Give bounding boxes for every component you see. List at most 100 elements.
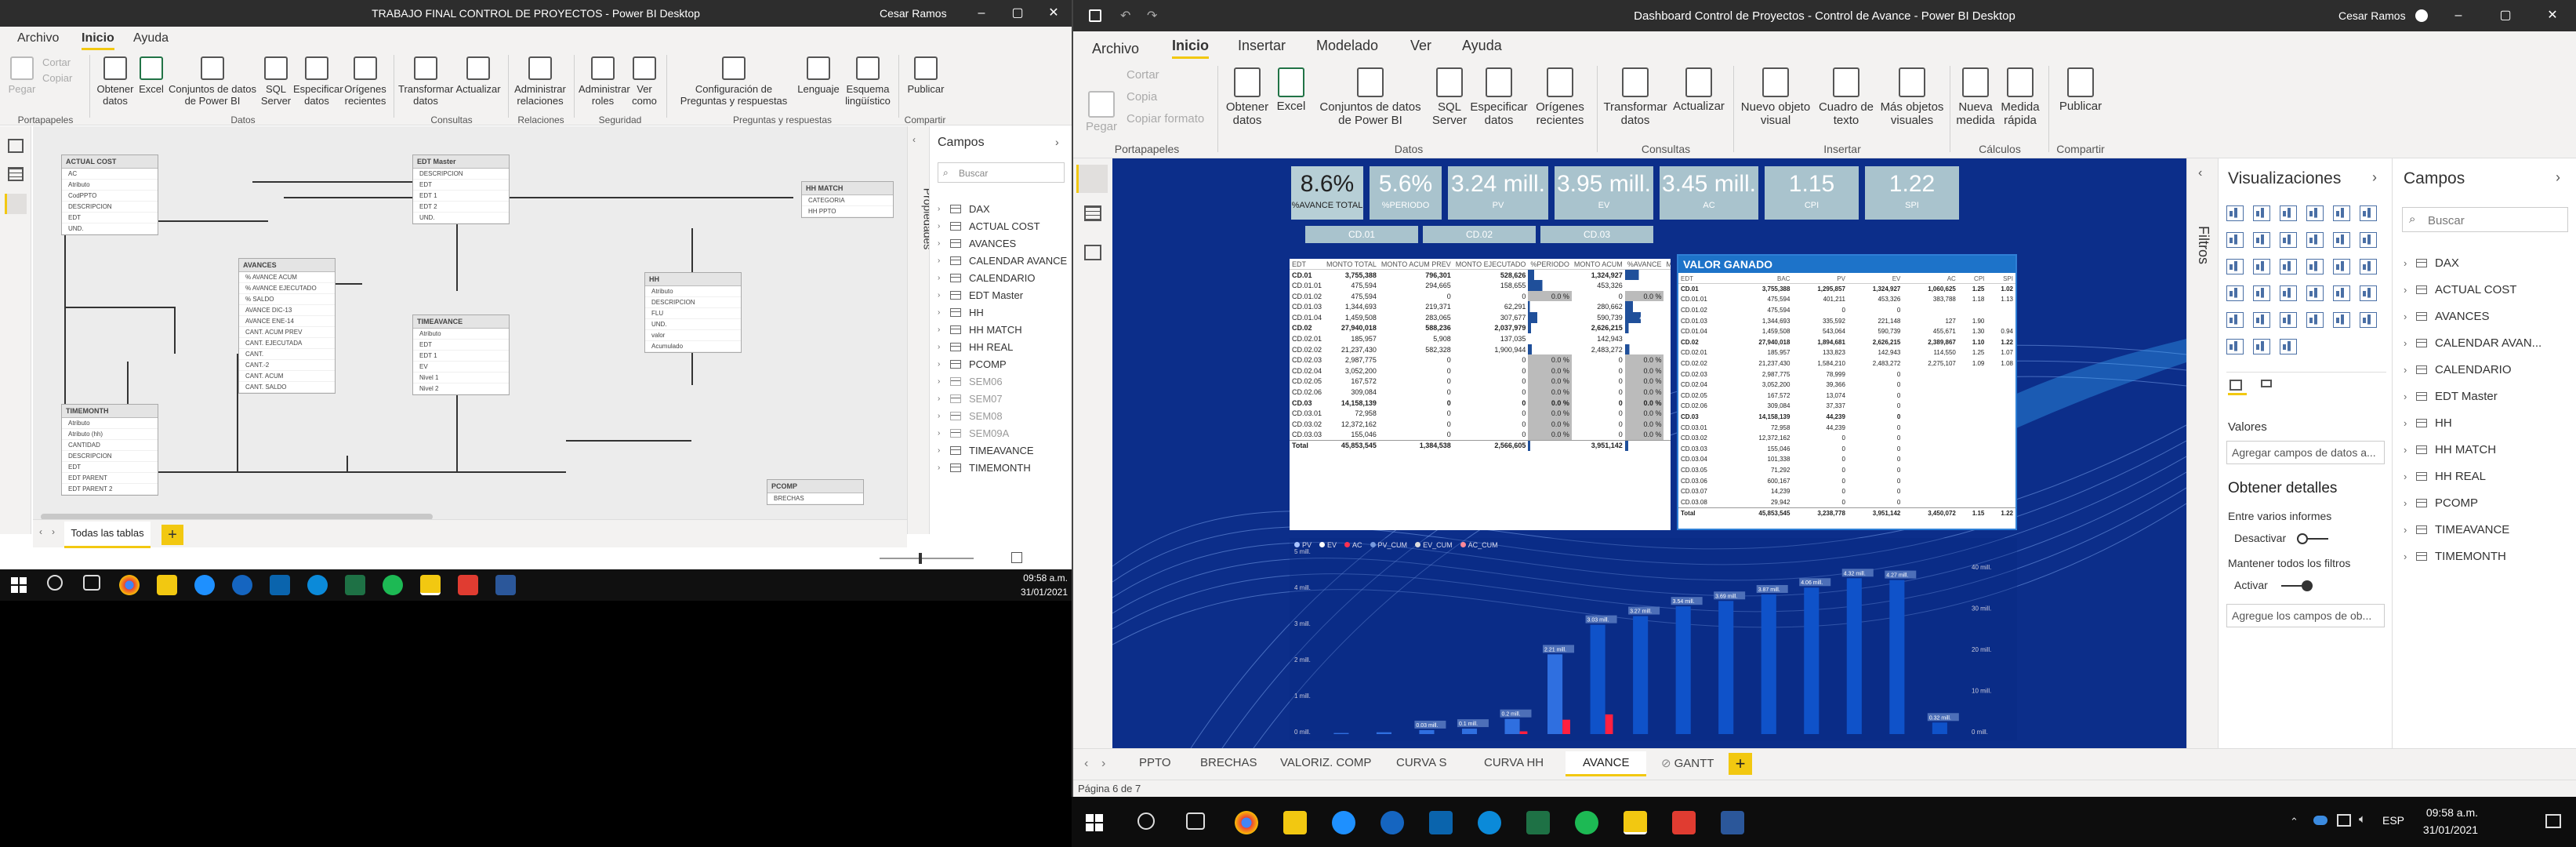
visual-type-icon[interactable] [2306, 259, 2324, 274]
tab-todas-las-tablas[interactable]: Todas las tablas [64, 522, 151, 548]
field-table-item[interactable]: › SEM07 [938, 390, 1071, 407]
field-table-item[interactable]: › CALENDAR AVANCE [938, 252, 1071, 269]
acrobat-icon[interactable] [1672, 811, 1696, 834]
matrix-column-header[interactable]: MONTO ACUM PREV [1378, 259, 1453, 271]
chrome-icon[interactable] [119, 575, 140, 595]
page-tab-ppto[interactable]: PPTO [1130, 751, 1181, 774]
powerbi-datasets-button[interactable]: Conjuntos de datos de Power BI [1312, 67, 1429, 127]
maximize-icon[interactable]: ▢ [1000, 0, 1036, 27]
cortar-button[interactable]: Cortar [1127, 69, 1213, 81]
matrix-column-header[interactable]: CPI [1957, 273, 1987, 285]
page-tab-curva-s[interactable]: CURVA S [1387, 751, 1456, 774]
matrix-column-header[interactable]: PV [1792, 273, 1848, 285]
ver-como-button[interactable]: Ver como [627, 56, 662, 107]
maximize-icon[interactable]: ▢ [2482, 0, 2529, 31]
copia-button[interactable]: Copia [1127, 91, 1213, 103]
kpi-pv[interactable]: 3.24 mill. PV [1448, 166, 1548, 220]
visual-type-icon[interactable] [2253, 312, 2270, 328]
collapse-chevron-icon[interactable]: ‹ [2198, 166, 2202, 180]
visual-type-icon[interactable] [2253, 339, 2270, 354]
visual-type-icon[interactable] [2333, 205, 2350, 221]
network-icon[interactable] [2337, 814, 2351, 827]
sql-server-button[interactable]: SQL Server [260, 56, 292, 107]
administrar-roles-button[interactable]: Administrar roles [579, 56, 630, 107]
field-table-item[interactable]: › AVANCES [938, 234, 1071, 252]
avatar[interactable] [2415, 9, 2428, 22]
ie-icon[interactable] [1381, 811, 1404, 834]
model-table-hh-match[interactable]: HH MATCH CATEGORIA HH PPTO [801, 181, 894, 218]
page-tab-curva-hh[interactable]: CURVA HH [1475, 751, 1553, 774]
menu-archivo[interactable]: Archivo [1092, 41, 1139, 57]
format-paint-icon[interactable] [2259, 378, 2277, 395]
expand-chevron-icon[interactable]: › [2556, 169, 2560, 186]
report-view-icon[interactable] [8, 139, 24, 153]
pegar-button[interactable]: Pegar [6, 56, 38, 95]
medida-rapida-button[interactable]: Medida rápida [1998, 67, 2042, 127]
actualizar-button[interactable]: Actualizar [1671, 67, 1727, 112]
minimize-icon[interactable]: – [963, 0, 1000, 27]
safari-icon[interactable] [194, 575, 215, 595]
field-table-item[interactable]: › HH REAL [2404, 463, 2576, 489]
matrix-column-header[interactable]: MONTO SALDO [1664, 259, 1671, 271]
powerbi-datasets-button[interactable]: Conjuntos de datos de Power BI [166, 56, 259, 107]
visual-type-icon[interactable] [2333, 232, 2350, 248]
menu-inicio[interactable]: Inicio [82, 31, 114, 50]
especificar-datos-button[interactable]: Especificar datos [293, 56, 343, 107]
model-table-timeavance[interactable]: TIMEAVANCE Atributo EDT EDT 1 EV Nivel 1 Nive… [412, 314, 510, 395]
volume-icon[interactable]: 🔈︎ [2359, 812, 2366, 826]
ie-icon[interactable] [232, 575, 252, 595]
valor-ganado-matrix[interactable]: VALOR GANADO EDT BAC PV EV AC CPI SPI CD.01 3,75… [1677, 254, 2017, 530]
field-table-item[interactable]: › CALENDARIO [2404, 356, 2576, 383]
nueva-medida-button[interactable]: Nueva medida [1954, 67, 1997, 127]
esquema-linguistico-button[interactable]: Esquema lingüístico [842, 56, 894, 107]
word-icon[interactable] [495, 575, 516, 595]
menu-modelado[interactable]: Modelado [1316, 38, 1378, 54]
visual-type-icon[interactable] [2253, 259, 2270, 274]
page-tab-brechas[interactable]: BRECHAS [1191, 751, 1267, 774]
cuadro-de-texto-button[interactable]: Cuadro de texto [1815, 67, 1878, 127]
field-table-item[interactable]: › SEM06 [938, 373, 1071, 390]
spotify-icon[interactable] [1575, 811, 1598, 834]
actualizar-button[interactable]: Actualizar [455, 56, 502, 95]
edge-icon[interactable] [307, 575, 328, 595]
field-table-item[interactable]: › HH [2404, 409, 2576, 436]
visual-type-icon[interactable] [2253, 285, 2270, 301]
visual-type-icon[interactable] [2280, 285, 2297, 301]
left-user-name[interactable]: Cesar Ramos [880, 7, 947, 20]
visual-type-icon[interactable] [2226, 339, 2244, 354]
fields-tab-icon[interactable] [2228, 378, 2247, 395]
excel-button[interactable]: Excel [138, 56, 165, 95]
kpi-spi[interactable]: 1.22 SPI [1865, 166, 1959, 220]
slicer-cd03[interactable]: CD.03 [1540, 226, 1653, 243]
model-view-icon[interactable] [1084, 245, 1101, 260]
page-tab-valoriz-comp[interactable]: VALORIZ. COMP [1271, 751, 1381, 774]
tray-chevron-icon[interactable]: ⌃ [2290, 816, 2298, 828]
copiar-formato-button[interactable]: Copiar formato [1127, 113, 1213, 125]
filtros-pane[interactable]: ‹ Filtros [2186, 158, 2218, 748]
expand-chevron-icon[interactable]: › [2372, 169, 2377, 186]
visual-type-icon[interactable] [2280, 259, 2297, 274]
field-table-item[interactable]: › EDT Master [938, 286, 1071, 304]
excel-icon[interactable] [345, 575, 365, 595]
visual-type-icon[interactable] [2360, 285, 2377, 301]
field-table-item[interactable]: › TIMEAVANCE [2404, 516, 2576, 543]
model-table-actual-cost[interactable]: ACTUAL COST AC Atributo CodPPTO DESCRIPCION… [61, 154, 158, 235]
propiedades-pane[interactable]: ‹ Propiedades [907, 126, 934, 534]
slicer-cd01[interactable]: CD.01 [1305, 226, 1418, 243]
kpi-avance-total[interactable]: 8.6% %AVANCE TOTAL [1291, 166, 1363, 220]
left-campos-search[interactable]: ⌕ Buscar [938, 162, 1065, 183]
model-table-timemonth[interactable]: TIMEMONTH Atributo Atributo (hh) CANTIDAD D… [61, 404, 158, 496]
kpi-cpi[interactable]: 1.15 CPI [1765, 166, 1859, 220]
data-view-icon[interactable] [1084, 205, 1101, 221]
matrix-column-header[interactable]: EDT [1290, 259, 1325, 271]
qna-config-button[interactable]: Configuración de Preguntas y respuestas [671, 56, 796, 107]
model-table-edt-master[interactable]: EDT Master DESCRIPCION EDT EDT 1 EDT 2 UND. [412, 154, 510, 224]
model-view-icon[interactable] [5, 194, 27, 214]
model-canvas[interactable]: ACTUAL COST AC Atributo CodPPTO DESCRIPCION… [33, 126, 907, 534]
field-table-item[interactable]: › TIMEAVANCE [938, 442, 1071, 459]
pv-ev-ac-chart[interactable]: PV EV AC PV_CUM EV_CUM AC_CUM 0 mill. 1 mill. 2… [1290, 538, 2017, 740]
visual-type-icon[interactable] [2360, 312, 2377, 328]
notifications-icon[interactable] [2545, 814, 2561, 828]
powerbi-icon[interactable] [1624, 811, 1647, 834]
task-view-icon[interactable] [1186, 812, 1205, 830]
